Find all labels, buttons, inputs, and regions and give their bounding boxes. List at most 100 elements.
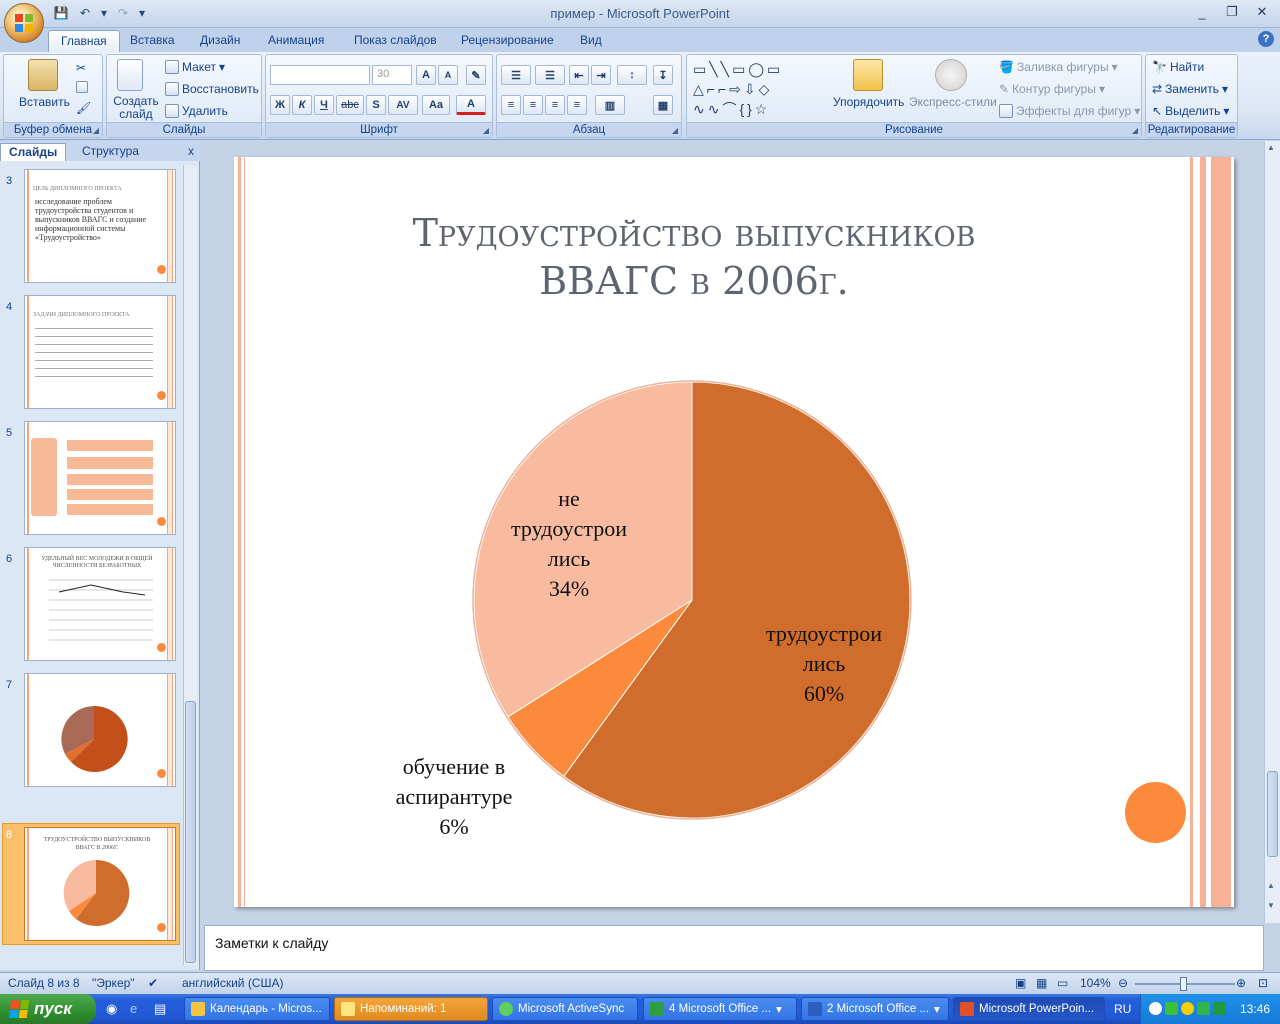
normal-view-icon[interactable]: ▣	[1015, 976, 1026, 990]
grow-font-icon[interactable]: A	[416, 65, 436, 85]
find-button[interactable]: 🔭 Найти	[1152, 60, 1204, 74]
shape-effects-button[interactable]: Эффекты для фигур ▾	[999, 104, 1140, 118]
zoom-level[interactable]: 104%	[1080, 976, 1111, 990]
increase-indent-icon[interactable]: ⇥	[591, 65, 611, 85]
tab-outline[interactable]: Структура	[74, 143, 147, 161]
thumbnails-scrollbar[interactable]	[183, 165, 197, 965]
char-spacing-button[interactable]: AV	[388, 95, 418, 115]
new-slide-button[interactable]: Создать слайд	[113, 95, 159, 121]
tab-insert[interactable]: Вставка	[118, 30, 187, 52]
select-button[interactable]: ↖ Выделить ▾	[1152, 104, 1229, 118]
fit-to-window-icon[interactable]: ⊡	[1258, 976, 1268, 990]
clear-format-icon[interactable]: ✎	[466, 65, 486, 85]
replace-button[interactable]: ⇄ Заменить ▾	[1152, 82, 1228, 96]
tray-help-icon[interactable]	[1149, 1002, 1162, 1015]
font-size-combo[interactable]: 30	[372, 65, 412, 85]
slide-thumbnail-4[interactable]: ЗАДАЧИ ДИПЛОМНОГО ПРОЕКТА	[24, 295, 176, 409]
tab-home[interactable]: Главная	[48, 30, 120, 52]
tab-design[interactable]: Дизайн	[188, 30, 252, 52]
zoom-slider-handle[interactable]	[1180, 977, 1187, 991]
prev-slide-icon[interactable]: ▲	[1267, 881, 1275, 890]
line-spacing-icon[interactable]: ↕	[617, 65, 647, 85]
change-case-button[interactable]: Aa	[422, 95, 450, 115]
quicklaunch-desktop-icon[interactable]: ▤	[154, 1001, 166, 1017]
tab-review[interactable]: Рецензирование	[449, 30, 566, 52]
columns-icon[interactable]: ▥	[595, 95, 625, 115]
tab-slideshow[interactable]: Показ слайдов	[342, 30, 449, 52]
taskbar-reminders[interactable]: Напоминаний: 1	[334, 997, 488, 1021]
reset-button[interactable]: Восстановить	[165, 82, 259, 96]
tab-view[interactable]: Вид	[568, 30, 614, 52]
align-center-icon[interactable]: ≡	[523, 95, 543, 115]
tab-slides[interactable]: Слайды	[0, 143, 67, 161]
shrink-font-icon[interactable]: A	[438, 65, 458, 85]
keyboard-language[interactable]: RU	[1114, 1002, 1131, 1016]
office-button[interactable]	[4, 3, 44, 43]
bold-button[interactable]: Ж	[270, 95, 290, 115]
strikethrough-button[interactable]: abc	[336, 95, 364, 115]
help-icon[interactable]: ?	[1258, 31, 1274, 47]
slide-thumbnail-8[interactable]: ТРУДОУСТРОЙСТВО ВЫПУСКНИКОВ ВВАГС В 2006…	[24, 827, 176, 941]
quicklaunch-outlook-icon[interactable]: ◉	[106, 1001, 117, 1017]
bullets-icon[interactable]: ☰	[501, 65, 531, 85]
tray-shield-icon[interactable]	[1165, 1002, 1178, 1015]
smartart-icon[interactable]: ▦	[653, 95, 673, 115]
taskbar-powerpoint[interactable]: Microsoft PowerPoin...	[953, 997, 1105, 1021]
taskbar-calendar[interactable]: Календарь - Micros...	[184, 997, 330, 1021]
format-painter-icon[interactable]: 🖌	[76, 101, 91, 115]
quicklaunch-ie-icon[interactable]: e	[130, 1001, 137, 1016]
shape-outline-button[interactable]: ✎ Контур фигуры ▾	[999, 82, 1105, 96]
notes-pane[interactable]: Заметки к слайду	[204, 925, 1264, 971]
language-indicator[interactable]: английский (США)	[182, 976, 283, 990]
quick-styles-button[interactable]: Экспресс-стили	[909, 95, 997, 109]
next-slide-icon[interactable]: ▼	[1267, 901, 1275, 910]
zoom-in-icon[interactable]: ⊕	[1236, 976, 1246, 990]
dialog-launcher-icon[interactable]: ◢	[483, 126, 489, 135]
close-icon[interactable]: x	[188, 144, 194, 158]
copy-icon[interactable]	[76, 81, 88, 93]
arrange-button[interactable]: Упорядочить	[833, 95, 904, 109]
shadow-button[interactable]: S	[366, 95, 386, 115]
align-left-icon[interactable]: ≡	[501, 95, 521, 115]
tab-animation[interactable]: Анимация	[256, 30, 336, 52]
scroll-up-icon[interactable]: ▲	[1267, 143, 1275, 152]
slide-thumbnail-5[interactable]	[24, 421, 176, 535]
layout-button[interactable]: Макет ▾	[165, 60, 225, 74]
text-direction-icon[interactable]: ↧	[653, 65, 673, 85]
decrease-indent-icon[interactable]: ⇤	[569, 65, 589, 85]
shape-fill-button[interactable]: 🪣 Заливка фигуры ▾	[999, 60, 1118, 74]
maximize-button[interactable]: ❐	[1218, 2, 1246, 22]
slide-canvas[interactable]: Трудоустройство выпускников ВВАГС в 2006…	[234, 157, 1234, 907]
delete-slide-button[interactable]: Удалить	[165, 104, 228, 118]
dialog-launcher-icon[interactable]: ◢	[93, 126, 99, 135]
slide-thumbnail-3[interactable]: ЦЕЛЬ ДИПЛОМНОГО ПРОЕКТА исследование про…	[24, 169, 176, 283]
italic-button[interactable]: К	[292, 95, 312, 115]
start-button[interactable]: пуск	[0, 994, 96, 1024]
slideshow-view-icon[interactable]: ▭	[1057, 976, 1068, 990]
taskbar-activesync[interactable]: Microsoft ActiveSync	[492, 997, 638, 1021]
tray-sun-icon[interactable]	[1181, 1002, 1194, 1015]
slide-thumbnail-7[interactable]	[24, 673, 176, 787]
justify-icon[interactable]: ≡	[567, 95, 587, 115]
cut-icon[interactable]: ✂	[76, 61, 86, 75]
align-right-icon[interactable]: ≡	[545, 95, 565, 115]
slide-thumbnail-6[interactable]: УДЕЛЬНЫЙ ВЕС МОЛОДЕЖИ В ОБЩЕЙ ЧИСЛЕННОСТ…	[24, 547, 176, 661]
font-name-combo[interactable]	[270, 65, 370, 85]
close-button[interactable]: ✕	[1248, 2, 1276, 22]
sorter-view-icon[interactable]: ▦	[1036, 976, 1047, 990]
font-color-button[interactable]: A	[456, 95, 486, 115]
spellcheck-icon[interactable]: ✔	[148, 976, 158, 990]
minimize-button[interactable]: _	[1188, 2, 1216, 22]
slide-scrollbar[interactable]: ▲ ▲ ▼	[1264, 141, 1280, 923]
dialog-launcher-icon[interactable]: ◢	[672, 126, 678, 135]
taskbar-office-group-4[interactable]: 4 Microsoft Office ... ▾	[643, 997, 797, 1021]
taskbar-office-group-2[interactable]: 2 Microsoft Office ... ▾	[801, 997, 949, 1021]
tray-sync-icon[interactable]	[1197, 1002, 1210, 1015]
tray-network-icon[interactable]	[1213, 1002, 1226, 1015]
dialog-launcher-icon[interactable]: ◢	[1132, 126, 1138, 135]
underline-button[interactable]: Ч	[314, 95, 334, 115]
numbering-icon[interactable]: ☰	[535, 65, 565, 85]
shapes-gallery[interactable]: ▭╲╲▭◯▭ △⌐⌐⇨⇩◇ ∿∿⌒{}☆	[693, 59, 823, 119]
zoom-out-icon[interactable]: ⊖	[1118, 976, 1128, 990]
paste-button[interactable]: Вставить	[19, 95, 70, 109]
